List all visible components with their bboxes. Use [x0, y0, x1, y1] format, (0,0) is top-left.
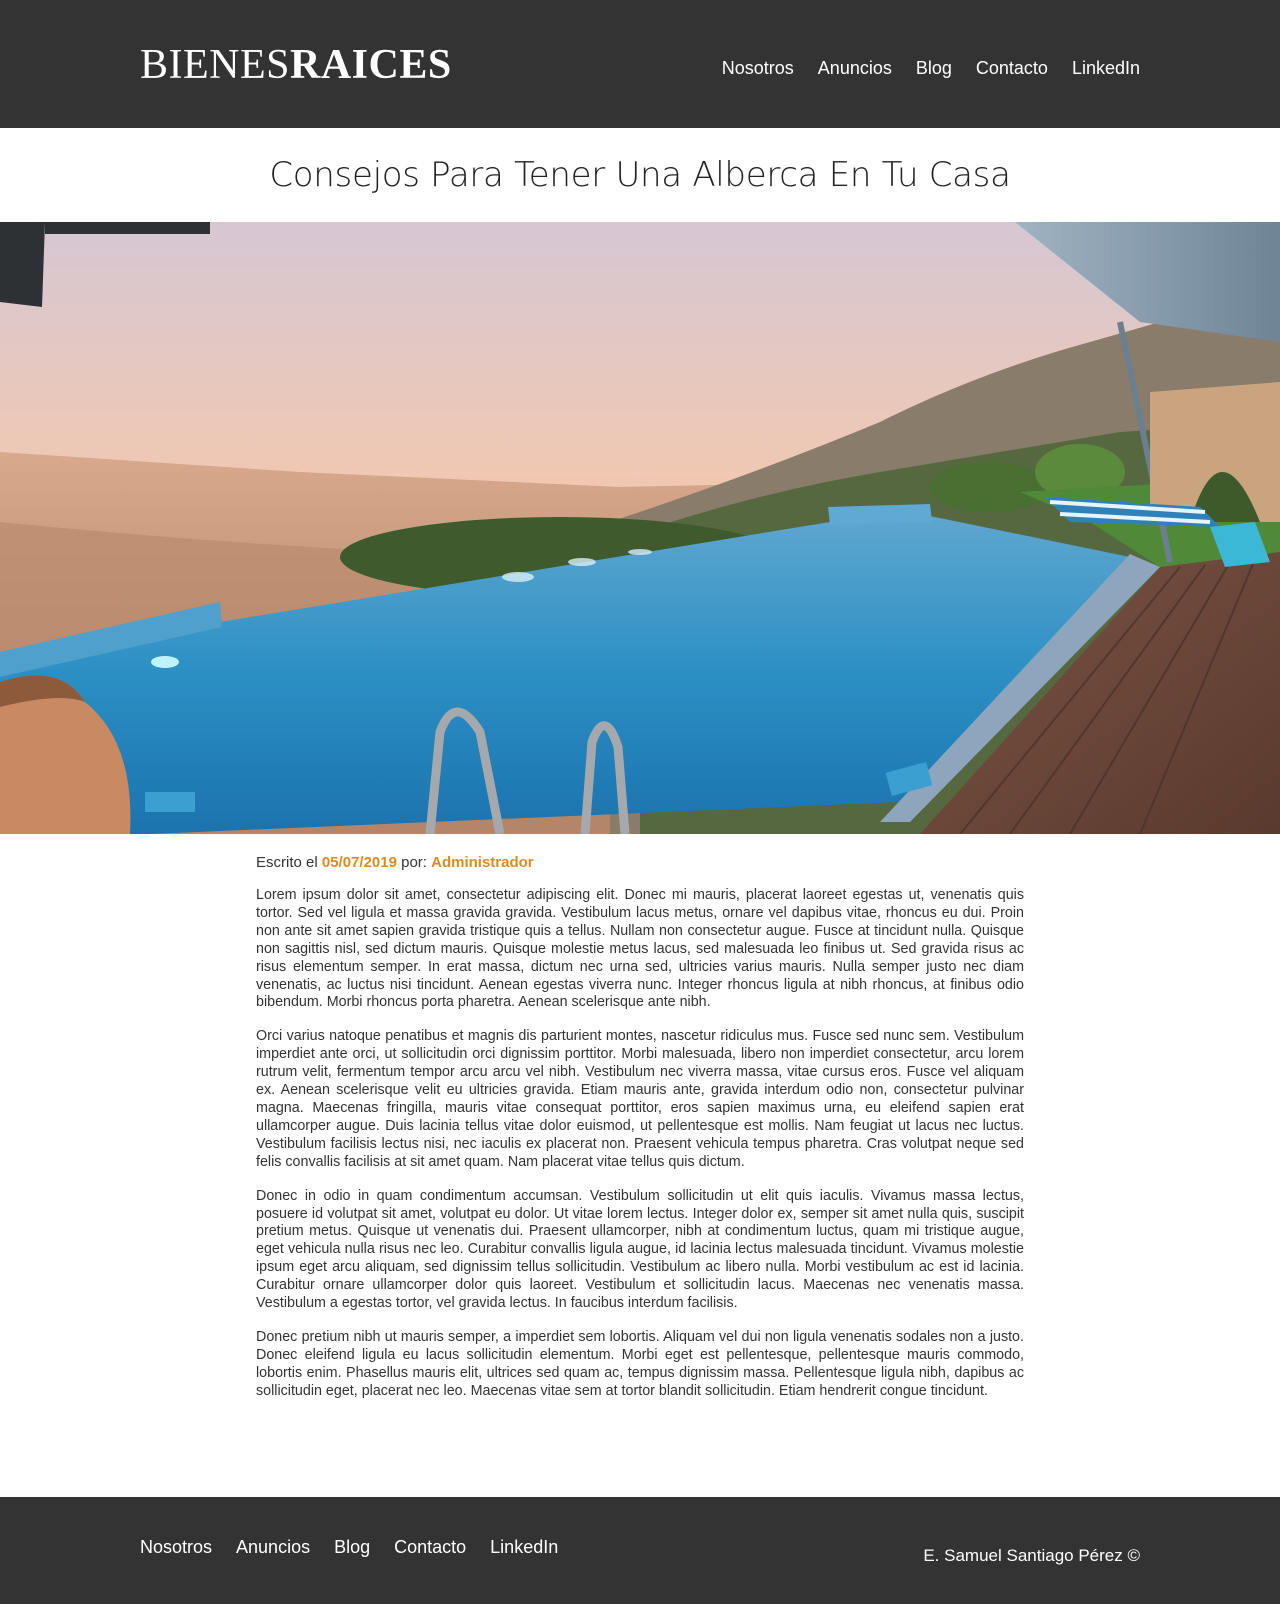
footer-link-linkedin[interactable]: LinkedIn: [490, 1537, 558, 1558]
site-header: BIENESRAICES Nosotros Anuncios Blog Cont…: [0, 0, 1280, 128]
header-nav: Nosotros Anuncios Blog Contacto LinkedIn: [722, 58, 1140, 79]
article-author: Administrador: [431, 854, 534, 871]
nav-link-linkedin[interactable]: LinkedIn: [1072, 58, 1140, 79]
meta-by: por:: [396, 854, 432, 871]
article-paragraph: Donec pretium nibh ut mauris semper, a i…: [256, 1328, 1024, 1399]
article-meta: Escrito el 05/07/2019 por: Administrador: [256, 854, 1024, 871]
site-footer: Nosotros Anuncios Blog Contacto LinkedIn…: [0, 1497, 1280, 1604]
footer-nav: Nosotros Anuncios Blog Contacto LinkedIn: [140, 1537, 558, 1558]
footer-link-blog[interactable]: Blog: [334, 1537, 370, 1558]
footer-link-anuncios[interactable]: Anuncios: [236, 1537, 310, 1558]
nav-link-blog[interactable]: Blog: [916, 58, 952, 79]
article-paragraph: Lorem ipsum dolor sit amet, consectetur …: [256, 887, 1024, 1011]
page-title: Consejos Para Tener Una Alberca En Tu Ca…: [269, 155, 1011, 195]
site-logo[interactable]: BIENESRAICES: [140, 44, 452, 86]
pool-photo: [0, 222, 1280, 834]
footer-link-nosotros[interactable]: Nosotros: [140, 1537, 212, 1558]
article-date: 05/07/2019: [321, 854, 397, 871]
hero-image: [0, 222, 1280, 834]
nav-link-anuncios[interactable]: Anuncios: [818, 58, 892, 79]
article-paragraph: Orci varius natoque penatibus et magnis …: [256, 1028, 1024, 1170]
logo-text-bold: RAICES: [290, 42, 452, 88]
copyright-text: E. Samuel Santiago Pérez ©: [923, 1546, 1140, 1565]
article-content: Escrito el 05/07/2019 por: Administrador…: [256, 834, 1024, 1401]
title-section: Consejos Para Tener Una Alberca En Tu Ca…: [0, 128, 1280, 222]
logo-text-thin: BIENES: [140, 42, 290, 88]
nav-link-contacto[interactable]: Contacto: [976, 58, 1048, 79]
meta-prefix: Escrito el: [256, 854, 322, 871]
nav-link-nosotros[interactable]: Nosotros: [722, 58, 794, 79]
footer-link-contacto[interactable]: Contacto: [394, 1537, 466, 1558]
article-paragraph: Donec in odio in quam condimentum accums…: [256, 1187, 1024, 1312]
